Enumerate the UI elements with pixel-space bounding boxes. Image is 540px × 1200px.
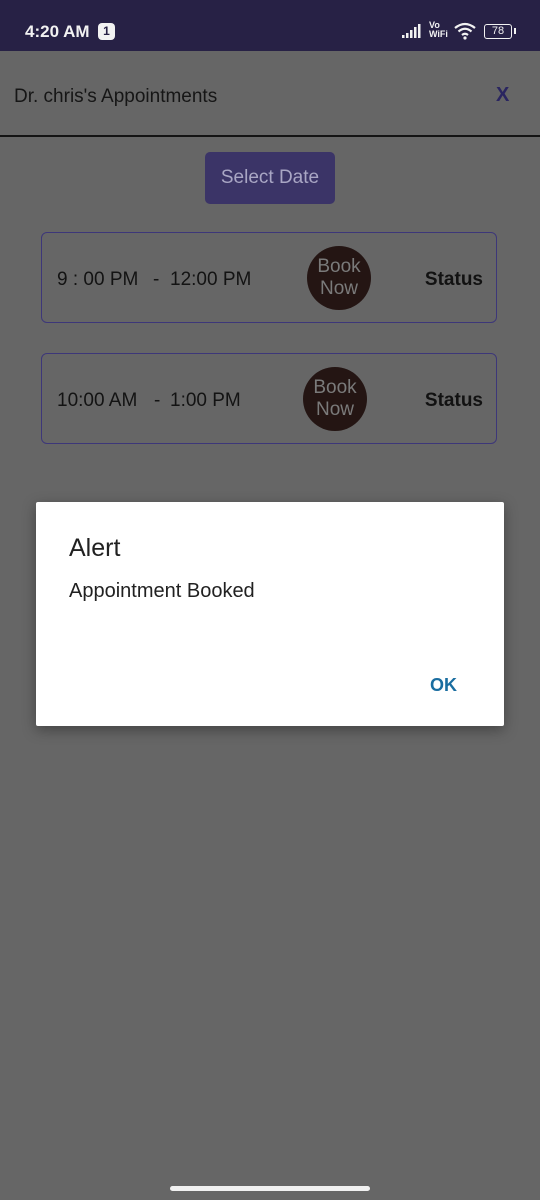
wifi-icon <box>454 22 476 40</box>
slot-start-time: 10:00 AM <box>57 390 138 411</box>
book-now-line2: Now <box>319 278 358 299</box>
vowifi-icon: Vo WiFi <box>429 21 448 39</box>
appointment-slot: 9 : 00 PM - 12:00 PM Book Now Status <box>41 232 497 323</box>
close-button[interactable]: X <box>496 84 509 107</box>
slot-end-time: 1:00 PM <box>170 390 241 411</box>
slot-time-separator: - <box>153 269 160 290</box>
book-now-line1: Book <box>317 256 361 277</box>
page-title: Dr. chris's Appointments <box>14 86 218 107</box>
dialog-message: Appointment Booked <box>69 580 255 602</box>
signal-icon <box>402 24 421 38</box>
book-now-button[interactable]: Book Now <box>307 246 371 310</box>
book-now-line1: Book <box>313 377 357 398</box>
status-label: Status <box>424 269 483 290</box>
book-now-button[interactable]: Book Now <box>303 367 367 431</box>
status-time: 4:20 AM <box>25 22 90 41</box>
battery-icon: 78 <box>484 24 516 39</box>
status-label: Status <box>424 390 483 411</box>
slot-start-time: 9 : 00 PM <box>57 269 139 290</box>
app-header: Dr. chris's Appointments X <box>0 51 540 137</box>
select-date-button[interactable]: Select Date <box>205 152 335 204</box>
slot-end-time: 12:00 PM <box>170 269 252 290</box>
notification-icon: 1 <box>98 23 115 40</box>
dialog-title: Alert <box>69 534 121 562</box>
alert-dialog: Alert Appointment Booked OK <box>36 502 504 726</box>
vowifi-bottom-label: WiFi <box>429 29 448 39</box>
book-now-line2: Now <box>315 399 354 420</box>
home-indicator[interactable] <box>170 1186 370 1191</box>
status-bar: 4:20 AM 1 Vo WiFi 78 <box>0 0 540 51</box>
appointment-slot: 10:00 AM - 1:00 PM Book Now Status <box>41 353 497 444</box>
slot-time-separator: - <box>154 390 161 411</box>
ok-button[interactable]: OK <box>430 675 457 696</box>
